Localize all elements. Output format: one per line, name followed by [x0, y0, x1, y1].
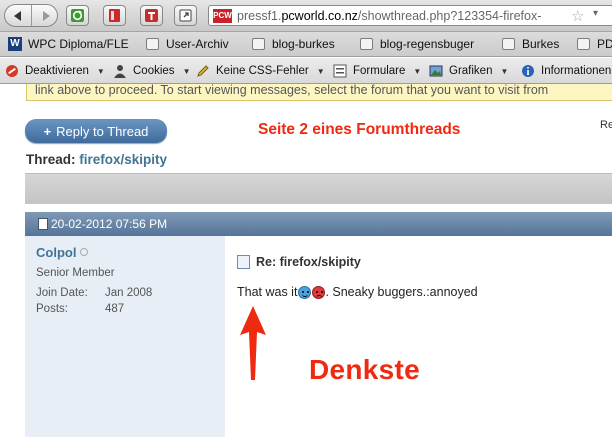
disable-icon [6, 65, 18, 77]
info-icon [522, 65, 534, 77]
forward-button[interactable] [32, 5, 57, 26]
forward-icon [42, 10, 50, 21]
devbar-label: Deaktivieren [25, 65, 89, 77]
bookmark-label: WPC Diploma/FLE [28, 37, 129, 51]
form-icon [333, 64, 347, 78]
thread-label: Thread: [26, 152, 76, 167]
star-icon[interactable]: ☆ [571, 7, 584, 25]
forum-notice: link above to proceed. To start viewing … [26, 84, 612, 101]
username-link[interactable]: Colpol [36, 245, 76, 260]
bookmark-label: User-Archiv [166, 37, 229, 51]
bookmark-label: Burkes [522, 37, 560, 51]
post-title: Re: firefox/skipity [237, 255, 361, 269]
browser-toolbar: PCW pressf1.pcworld.co.nz/showthread.php… [0, 0, 612, 32]
smiley-angry-icon [312, 285, 326, 299]
back-icon [14, 10, 21, 21]
folder-icon [146, 38, 159, 50]
chevron-down-icon[interactable]: ▾ [593, 8, 598, 19]
annotation-arrow-icon [240, 306, 266, 380]
username-container: Colpol [36, 245, 89, 260]
post-document-icon [38, 218, 48, 230]
right-cutoff-text: Re [600, 119, 612, 131]
share-button[interactable] [174, 5, 197, 26]
bookmarks-bar: W WPC Diploma/FLE User-Archiv blog-burkes… [0, 32, 612, 57]
image-icon [429, 65, 443, 77]
post-title-text: Re: firefox/skipity [256, 255, 361, 269]
devbar-label: Keine CSS-Fehler [216, 65, 309, 77]
bookmark-label: PD [597, 37, 612, 51]
dropdown-arrow-icon: ▼ [182, 66, 191, 76]
join-date-label: Join Date: [36, 287, 88, 299]
posts-value: 487 [105, 303, 125, 315]
thread-title: Thread: firefox/skipity [26, 152, 167, 167]
posts-label: Posts: [36, 303, 68, 315]
bookmark-label: blog-burkes [272, 37, 335, 51]
folder-icon [252, 38, 265, 50]
bookmark-item[interactable]: W WPC Diploma/FLE [8, 37, 129, 51]
devbar-css[interactable]: Keine CSS-Fehler ▼ [196, 64, 325, 78]
url-domain: pcworld.co.nz [281, 9, 358, 23]
tab-icon [145, 9, 158, 22]
user-title: Senior Member [36, 267, 115, 279]
devbar-disable[interactable]: Deaktivieren ▼ [5, 64, 105, 78]
address-url: pressf1.pcworld.co.nz/showthread.php?123… [237, 9, 541, 23]
post-header: 20-02-2012 07:56 PM [25, 212, 612, 236]
dropdown-arrow-icon: ▼ [316, 66, 325, 76]
bookmark-item[interactable]: blog-regensbuger [360, 37, 474, 51]
folder-icon [502, 38, 515, 50]
bookmark-item[interactable]: Burkes [502, 37, 559, 51]
reload-icon [71, 9, 84, 22]
dropdown-arrow-icon: ▼ [413, 66, 422, 76]
devbar-forms[interactable]: Formulare ▼ [333, 64, 421, 78]
bookmark-label: blog-regensbuger [380, 37, 475, 51]
back-button[interactable] [5, 5, 32, 26]
post-date: 20-02-2012 07:56 PM [51, 217, 168, 231]
join-date-value: Jan 2008 [105, 287, 153, 299]
plus-icon: + [43, 123, 52, 139]
bookmark-item[interactable]: User-Archiv [146, 37, 229, 51]
post-title-document-icon [237, 255, 250, 269]
smiley-wink-icon [298, 285, 312, 299]
cookie-icon [114, 65, 126, 78]
dropdown-arrow-icon: ▼ [96, 66, 105, 76]
thread-name-link[interactable]: firefox/skipity [79, 152, 167, 167]
nav-button-group [4, 4, 58, 27]
bookmark-item[interactable]: blog-burkes [252, 37, 335, 51]
devbar-label: Informationen [541, 65, 612, 77]
reload-button[interactable] [66, 5, 89, 26]
post-text-start: That was it [237, 285, 298, 299]
reply-to-thread-button[interactable]: + Reply to Thread [25, 119, 167, 143]
url-prefix: pressf1. [237, 9, 282, 23]
post-user-info: Colpol Senior Member Join Date: Jan 2008… [25, 236, 225, 437]
post-body: Re: firefox/skipity That was it . Sneaky… [225, 236, 612, 437]
post-text-end: . Sneaky buggers.:annoyed [325, 285, 478, 299]
devbar-cookies[interactable]: Cookies ▼ [113, 64, 190, 78]
folder-icon [360, 38, 373, 50]
site-favicon: PCW [213, 9, 232, 23]
address-bar[interactable]: PCW pressf1.pcworld.co.nz/showthread.php… [208, 5, 612, 26]
devbar-label: Formulare [353, 65, 406, 77]
pagination-bar [25, 173, 612, 204]
annotation-page-hint: Seite 2 eines Forumthreads [258, 121, 461, 138]
devbar-label: Grafiken [449, 65, 493, 77]
devbar-info[interactable]: Informationen [521, 64, 611, 78]
bookmark-button[interactable] [103, 5, 126, 26]
bookmark-item[interactable]: PD [577, 37, 612, 51]
pencil-icon [197, 65, 209, 77]
devbar-label: Cookies [133, 65, 175, 77]
share-icon [179, 9, 192, 22]
annotation-denkste: Denkste [309, 354, 421, 385]
folder-icon [577, 38, 590, 50]
post-message: That was it . Sneaky buggers.:annoyed [237, 285, 478, 299]
web-developer-toolbar: Deaktivieren ▼ Cookies ▼ Keine CSS-Fehler ▼… [0, 58, 612, 84]
tab-button[interactable] [140, 5, 163, 26]
wpc-logo-icon: W [8, 37, 22, 51]
bookmark-icon [109, 9, 120, 22]
devbar-images[interactable]: Grafiken ▼ [429, 64, 508, 78]
dropdown-arrow-icon: ▼ [500, 66, 509, 76]
reply-button-label: Reply to Thread [56, 123, 149, 139]
url-path: /showthread.php?123354-firefox- [357, 9, 542, 23]
offline-status-icon [80, 248, 89, 256]
